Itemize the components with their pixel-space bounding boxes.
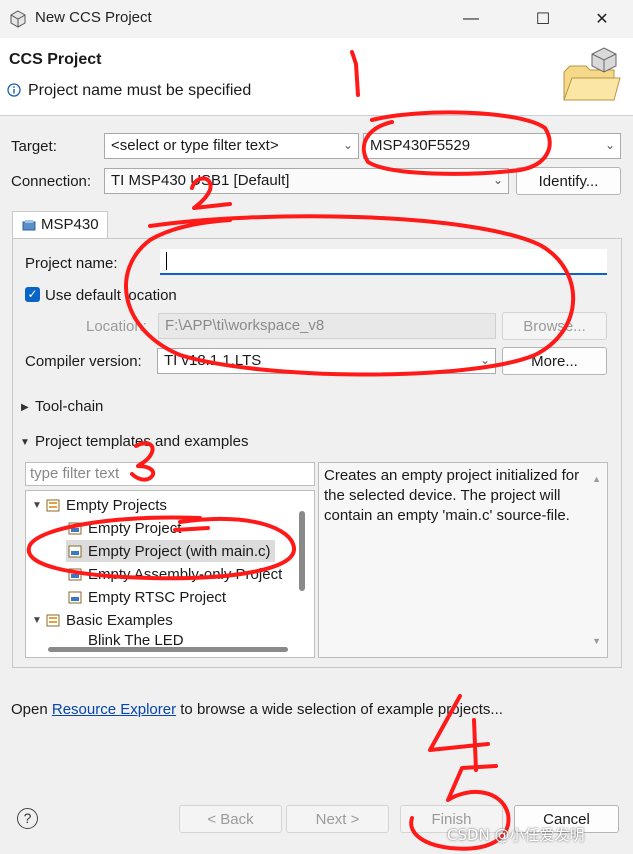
close-button[interactable]: ✕ [579,0,625,38]
maximize-button[interactable]: ☐ [520,0,566,38]
device-combo[interactable]: MSP430F5529 ⌄ [363,133,621,159]
window-title: New CCS Project [35,9,152,26]
help-icon[interactable]: ? [17,808,38,829]
next-button[interactable]: Next > [286,805,389,833]
device-value: MSP430F5529 [370,137,471,154]
text-caret [166,252,167,271]
resource-explorer-note: Open Resource Explorer to browse a wide … [11,701,503,718]
use-default-location-checkbox[interactable]: ✓ [25,287,40,302]
project-icon [68,544,82,558]
project-icon [68,521,82,535]
tab-msp430[interactable]: MSP430 [12,211,108,239]
connection-combo[interactable]: TI MSP430 USB1 [Default] ⌄ [104,168,509,194]
tree-vertical-scrollbar[interactable] [299,511,305,591]
connection-label: Connection: [11,173,92,190]
project-icon [68,590,82,604]
project-name-label: Project name: [25,255,118,272]
folder-icon [46,613,60,627]
folder-cube-icon [563,47,621,101]
back-button[interactable]: < Back [179,805,282,833]
template-description: Creates an empty project initialized for… [318,462,608,658]
chevron-down-icon: ⌄ [342,138,353,152]
target-label: Target: [11,138,57,155]
collapsed-arrow-icon[interactable]: ▶ [21,402,29,413]
tab-label: MSP430 [41,216,99,233]
chevron-down-icon: ⌄ [479,353,490,367]
watermark: CSDN @小任爱发明 [447,826,585,844]
tree-item-empty-projects[interactable]: ▼ Empty Projects [32,494,167,516]
compiler-version-combo[interactable]: TI v18.1.1.LTS ⌄ [157,348,496,374]
chevron-down-icon: ⌄ [604,138,615,152]
target-filter-text: <select or type filter text> [111,137,279,154]
folder-icon [46,498,60,512]
wizard-banner: CCS Project Project name must be specifi… [0,38,633,116]
tree-item-basic-examples[interactable]: ▼ Basic Examples [32,609,173,631]
chip-icon [22,220,36,231]
tree-item-blink-led[interactable]: Blink The LED [88,632,184,646]
templates-section-header[interactable]: Project templates and examples [35,433,248,450]
toolchain-section-header[interactable]: Tool-chain [35,398,103,415]
expanded-arrow-icon[interactable]: ▼ [20,437,30,448]
browse-button[interactable]: Browse... [502,312,607,340]
maximize-icon: ☐ [535,11,551,28]
more-button[interactable]: More... [502,347,607,375]
cube-icon [10,10,26,28]
compiler-version-value: TI v18.1.1.LTS [164,352,262,369]
location-input[interactable]: F:\APP\ti\workspace_v8 [158,313,496,339]
scroll-down-icon[interactable]: ▼ [592,631,601,651]
target-filter-combo[interactable]: <select or type filter text> ⌄ [104,133,359,159]
tree-item-empty-rtsc-project[interactable]: Empty RTSC Project [68,586,226,608]
close-icon: ✕ [595,11,609,28]
scroll-up-icon[interactable]: ▲ [592,469,601,489]
expanded-arrow-icon: ▼ [32,499,42,511]
tree-horizontal-scrollbar[interactable] [48,647,288,652]
chevron-down-icon: ⌄ [492,173,503,187]
project-icon [68,567,82,581]
location-label: Location: [86,318,147,335]
tree-item-empty-project-main-c[interactable]: Empty Project (with main.c) [66,540,275,562]
tree-item-empty-project[interactable]: Empty Project [68,517,181,539]
info-icon [7,83,21,97]
connection-value: TI MSP430 USB1 [Default] [111,172,290,189]
use-default-location-label: Use default location [45,287,177,304]
compiler-version-label: Compiler version: [25,353,142,370]
status-message: Project name must be specified [28,82,252,99]
expanded-arrow-icon: ▼ [32,614,42,626]
minimize-button[interactable]: — [448,0,494,38]
identify-button[interactable]: Identify... [516,167,621,195]
templates-tree[interactable]: ▼ Empty Projects Empty Project Empty Pro… [25,490,315,658]
page-title: CCS Project [9,51,102,68]
title-bar: New CCS Project — ☐ ✕ [0,0,633,38]
minimize-icon: — [463,10,479,27]
resource-explorer-link[interactable]: Resource Explorer [52,701,176,718]
tree-item-empty-assembly-project[interactable]: Empty Assembly-only Project [68,563,282,585]
template-filter-input[interactable]: type filter text [25,462,315,486]
project-name-input[interactable] [160,249,607,275]
